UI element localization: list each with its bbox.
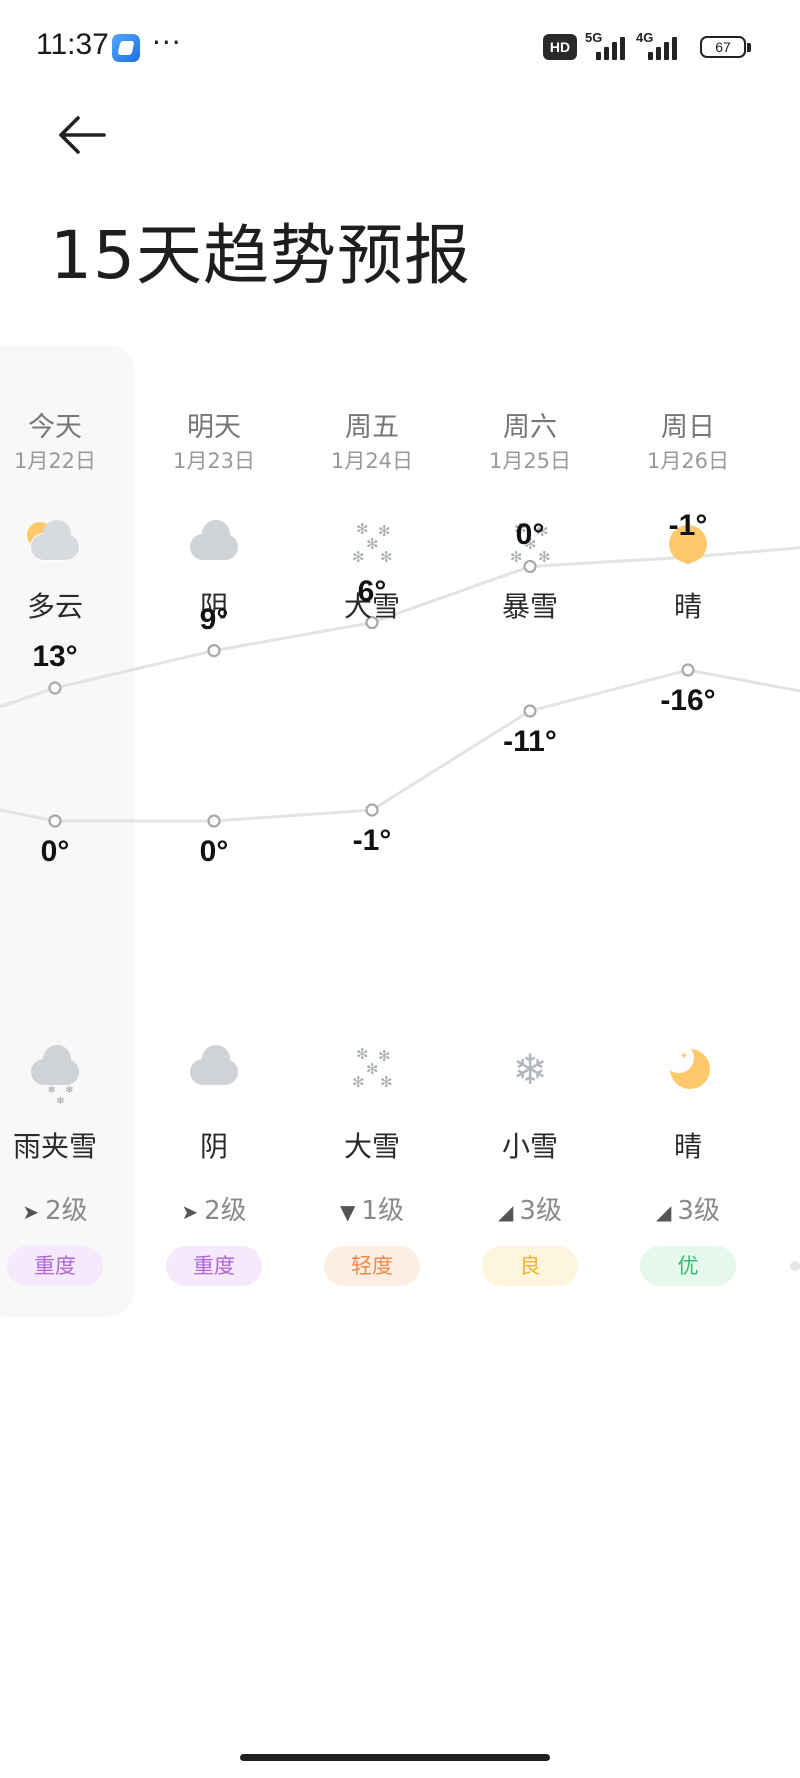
day-name: 周日 [661, 412, 715, 443]
day-weather-label: 晴 [673, 590, 702, 623]
high-temp-label: 9° [199, 602, 229, 636]
night-weather-label: 雨夹雪 [12, 1130, 97, 1163]
aqi-label: 重度 [7, 1246, 103, 1286]
night-weather-label: 阴 [199, 1130, 228, 1163]
wind-level-label: 3级 [677, 1196, 720, 1226]
heavy-snow-icon: ✻ ✻ ✻ ✻ ✻ [352, 520, 393, 566]
wind-level-label: 3级 [519, 1196, 562, 1226]
high-temp-label: 0° [515, 518, 545, 552]
wind-level-label: 1级 [361, 1196, 404, 1226]
aqi-badge: 轻度 [292, 1246, 452, 1286]
low-temp-label: -11° [503, 725, 557, 758]
day-date: 1月26日 [646, 449, 730, 473]
night-weather-label: 大雪 [343, 1130, 400, 1163]
wind-level: ◢ 3级 [608, 1190, 768, 1227]
overcast-icon [134, 1045, 294, 1095]
wind-direction-icon: ◢ [656, 1200, 672, 1224]
day-weather-label: 多云 [26, 590, 83, 623]
aqi-label: 轻度 [324, 1246, 420, 1286]
day-name: 周六 [503, 412, 557, 443]
day-date: 1月24日 [330, 449, 414, 473]
wind-direction-icon: ➤ [22, 1200, 40, 1224]
low-temp-label: 0° [40, 835, 70, 868]
wind-level-label: 2级 [204, 1196, 247, 1226]
day-name: 今天 [28, 412, 82, 443]
high-temp-label: 6° [357, 574, 387, 608]
aqi-label: 良 [482, 1246, 578, 1286]
wind-level: ◢ 3级 [450, 1190, 610, 1227]
wind-direction-icon: ▼ [340, 1200, 356, 1224]
aqi-pill-partial [790, 1261, 800, 1271]
partly-cloudy-icon [0, 520, 135, 570]
home-indicator[interactable] [240, 1754, 550, 1761]
day-name: 周五 [345, 412, 399, 443]
wind-level-label: 2级 [45, 1196, 88, 1226]
night-weather-label: 小雪 [501, 1130, 558, 1163]
high-temp-label: 13° [32, 640, 78, 673]
aqi-badge: 优 [608, 1246, 768, 1286]
wind-direction-icon: ◢ [498, 1200, 514, 1224]
low-temp-label: 0° [199, 835, 229, 868]
wind-level: ▼ 1级 [292, 1190, 452, 1227]
day-date: 1月25日 [488, 449, 572, 473]
overcast-icon [134, 520, 294, 570]
clear-night-icon: ✦ [608, 1043, 768, 1095]
wind-direction-icon: ➤ [181, 1200, 199, 1224]
high-temp-label: -1° [668, 509, 708, 543]
aqi-badge: 良 [450, 1246, 610, 1286]
wind-level: ➤ 2级 [134, 1190, 294, 1227]
heavy-snow-icon: ✻ ✻ ✻ ✻ ✻ [352, 1045, 393, 1091]
low-temp-label: -1° [352, 824, 392, 857]
aqi-label: 优 [640, 1246, 736, 1286]
aqi-label: 重度 [166, 1246, 262, 1286]
day-weather-label: 暴雪 [501, 590, 558, 623]
day-name: 明天 [187, 412, 241, 443]
wind-level: ➤ 2级 [0, 1190, 135, 1227]
night-weather-label: 晴 [673, 1130, 702, 1163]
day-date: 1月22日 [13, 449, 97, 473]
light-snow-icon: ❄ [512, 1045, 548, 1094]
forecast-scroller[interactable]: 今天 1月22日 多云 ❄ ❄ ❄ 雨夹雪 ➤ 2级 重度 13° 0° 明天 1月23日阴阴 ➤ 2级重… [0, 0, 800, 1778]
day-date: 1月23日 [172, 449, 256, 473]
aqi-badge: 重度 [134, 1246, 294, 1286]
sleet-icon: ❄ ❄ ❄ [0, 1045, 135, 1107]
low-temp-label: -16° [660, 684, 716, 717]
aqi-badge: 重度 [0, 1246, 135, 1286]
